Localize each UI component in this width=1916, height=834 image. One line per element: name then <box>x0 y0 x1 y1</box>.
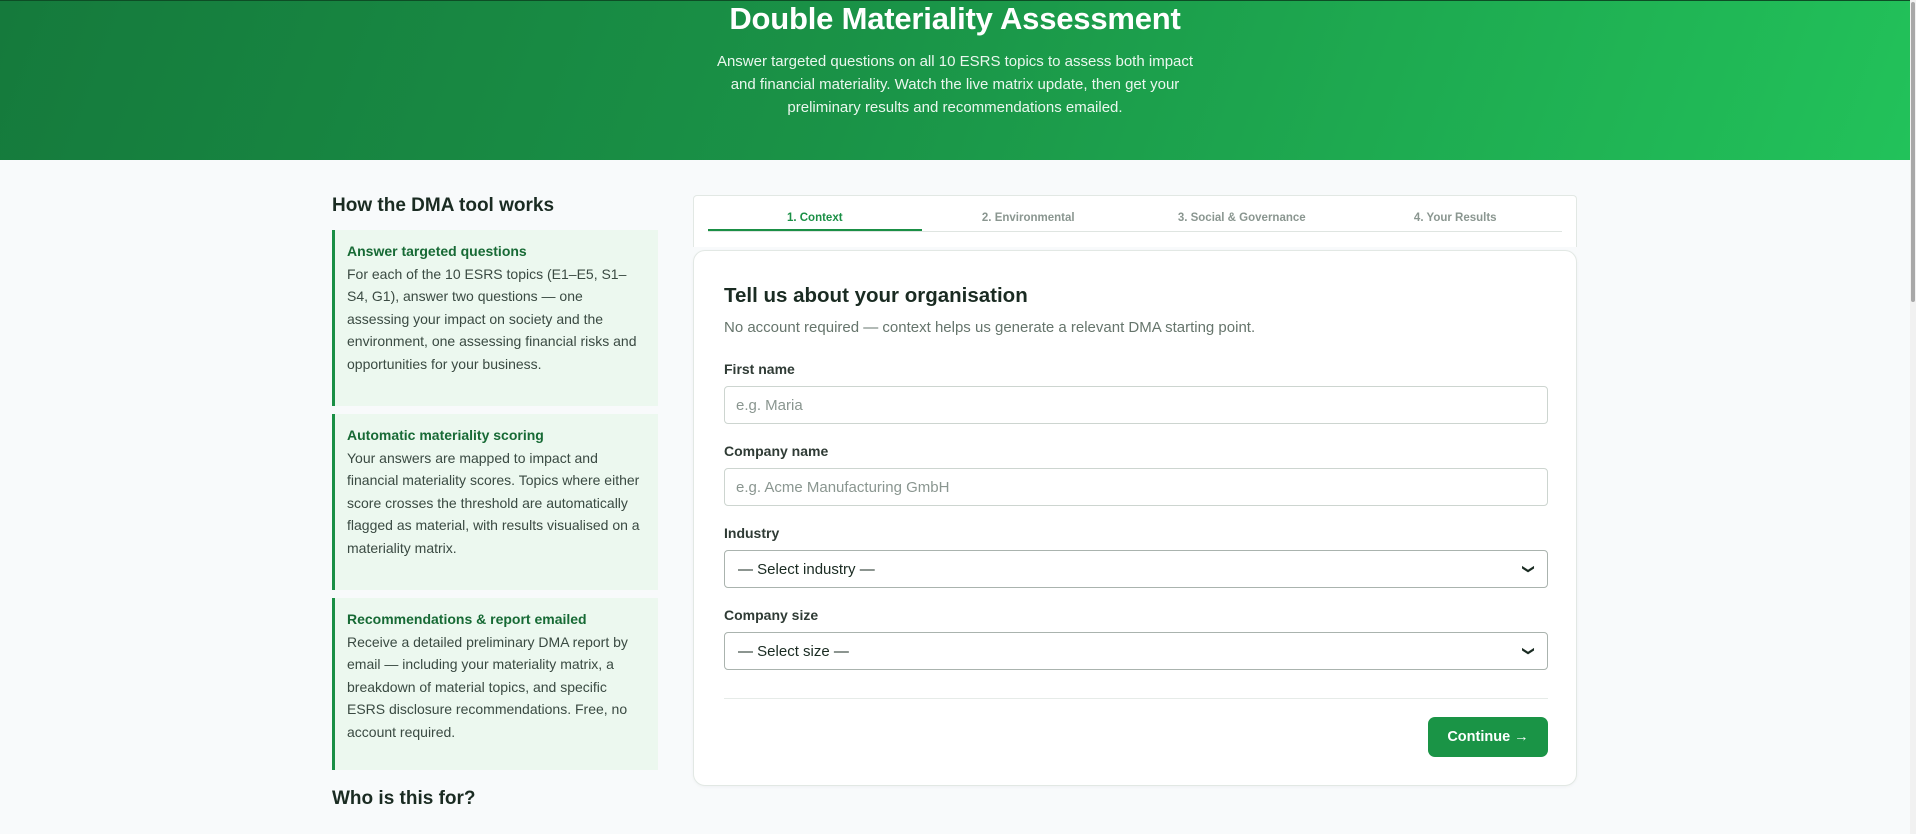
industry-select[interactable]: — Select industry — ❯ <box>724 550 1548 588</box>
industry-selected-value: — Select industry — <box>738 560 875 578</box>
form-divider <box>724 698 1548 699</box>
step-tabs: 1. Context 2. Environmental 3. Social & … <box>693 195 1577 247</box>
hero-subtitle: Answer targeted questions on all 10 ESRS… <box>716 53 1194 116</box>
page: Double Materiality Assessment Answer tar… <box>0 0 1916 834</box>
form-subtitle: No account required — context helps us g… <box>724 319 1256 336</box>
chevron-down-icon: ❯ <box>1521 563 1536 575</box>
tab-context[interactable]: 1. Context <box>708 210 922 231</box>
page-title: Double Materiality Assessment <box>729 1 1181 36</box>
first-name-input[interactable] <box>724 386 1548 424</box>
step-description: Your answers are mapped to impact and fi… <box>347 450 640 556</box>
step-title: Recommendations & report emailed <box>347 611 587 627</box>
tab-environmental[interactable]: 2. Environmental <box>922 210 1136 231</box>
organisation-form-card: Tell us about your organisation No accou… <box>693 250 1577 786</box>
step-card-materiality-scoring: Automatic materiality scoring Your answe… <box>332 414 658 590</box>
scrollbar-thumb[interactable] <box>1911 2 1915 302</box>
first-name-label: First name <box>724 361 795 377</box>
continue-button[interactable]: Continue → <box>1428 717 1548 757</box>
company-size-label: Company size <box>724 607 819 623</box>
how-it-works-heading: How the DMA tool works <box>332 195 555 216</box>
step-title: Answer targeted questions <box>347 243 527 259</box>
step-card-answer-questions: Answer targeted questions For each of th… <box>332 230 658 406</box>
company-name-label: Company name <box>724 443 829 459</box>
company-name-input[interactable] <box>724 468 1548 506</box>
form-title: Tell us about your organisation <box>724 284 1028 307</box>
how-it-works-section: How the DMA tool works Answer targeted q… <box>332 190 658 770</box>
industry-label: Industry <box>724 525 780 541</box>
tab-row: 1. Context 2. Environmental 3. Social & … <box>708 210 1562 232</box>
who-is-this-for-heading: Who is this for? <box>332 788 476 809</box>
company-size-select[interactable]: — Select size — ❯ <box>724 632 1548 670</box>
chevron-down-icon: ❯ <box>1521 645 1536 657</box>
step-description: Receive a detailed preliminary DMA repor… <box>347 634 628 740</box>
hero-banner: Double Materiality Assessment Answer tar… <box>0 0 1910 160</box>
step-description: For each of the 10 ESRS topics (E1–E5, S… <box>347 266 637 372</box>
tab-social-governance[interactable]: 3. Social & Governance <box>1135 210 1349 231</box>
step-card-report-emailed: Recommendations & report emailed Receive… <box>332 598 658 770</box>
tab-your-results[interactable]: 4. Your Results <box>1349 210 1563 231</box>
company-size-selected-value: — Select size — <box>738 642 849 660</box>
step-title: Automatic materiality scoring <box>347 427 544 443</box>
